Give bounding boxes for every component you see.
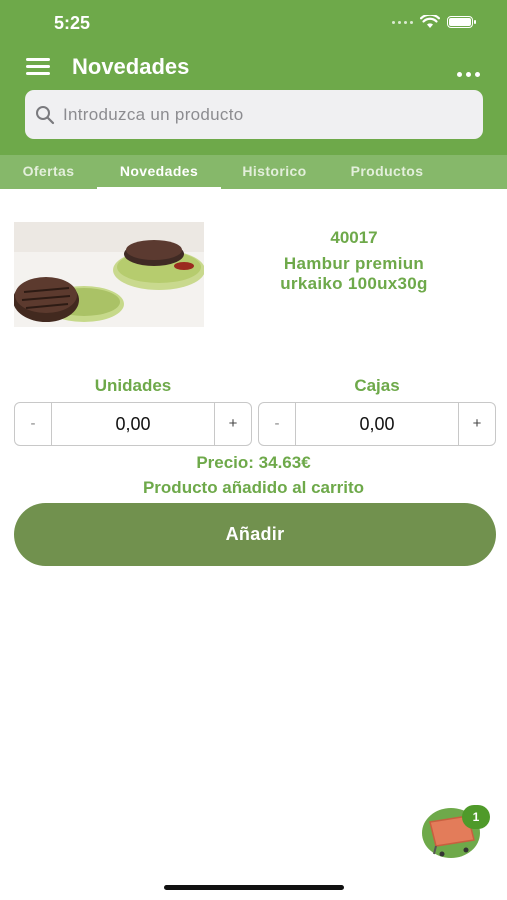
tab-bar: Ofertas Novedades Historico Productos <box>0 155 507 189</box>
home-indicator <box>164 885 344 890</box>
product-name-line2: urkaiko 100ux30g <box>280 274 428 293</box>
app-header: 5:25 Novedades Ofertas Novedades Histori… <box>0 0 507 189</box>
search-input[interactable] <box>61 103 455 126</box>
product-name-line1: Hambur premiun <box>283 254 425 273</box>
hamburger-menu-icon[interactable] <box>26 58 50 76</box>
price-text: Precio: 34.63€ <box>196 453 311 472</box>
units-increment-button[interactable]: + <box>215 403 251 445</box>
units-stepper: - 0,00 + <box>14 402 252 446</box>
search-bar[interactable] <box>25 90 483 139</box>
boxes-label: Cajas <box>354 376 400 395</box>
added-to-cart-message: Producto añadido al carrito <box>142 478 365 497</box>
cart-count-badge: 1 <box>462 805 490 829</box>
tab-historico[interactable]: Historico <box>221 155 328 189</box>
wifi-icon <box>420 15 440 28</box>
boxes-decrement-button[interactable]: - <box>259 403 295 445</box>
product-image <box>14 222 204 327</box>
cellular-signal-icon <box>392 20 413 24</box>
boxes-value-field[interactable]: 0,00 <box>295 403 459 445</box>
search-icon <box>36 105 55 124</box>
more-options-icon[interactable] <box>457 72 480 77</box>
product-code: 40017 <box>330 228 378 247</box>
boxes-increment-button[interactable]: + <box>459 403 495 445</box>
units-label: Unidades <box>94 376 172 395</box>
tab-productos[interactable]: Productos <box>328 155 446 189</box>
status-time: 5:25 <box>54 13 91 33</box>
boxes-stepper: - 0,00 + <box>258 402 496 446</box>
add-button[interactable]: Añadir <box>14 503 496 566</box>
page-title: Novedades <box>72 54 190 79</box>
units-value-field[interactable]: 0,00 <box>51 403 215 445</box>
tab-ofertas[interactable]: Ofertas <box>0 155 97 189</box>
tab-novedades[interactable]: Novedades <box>97 155 221 189</box>
units-decrement-button[interactable]: - <box>15 403 51 445</box>
product-name: Hambur premiun urkaiko 100ux30g <box>204 254 504 294</box>
battery-icon <box>447 16 476 28</box>
status-icons <box>392 15 476 29</box>
